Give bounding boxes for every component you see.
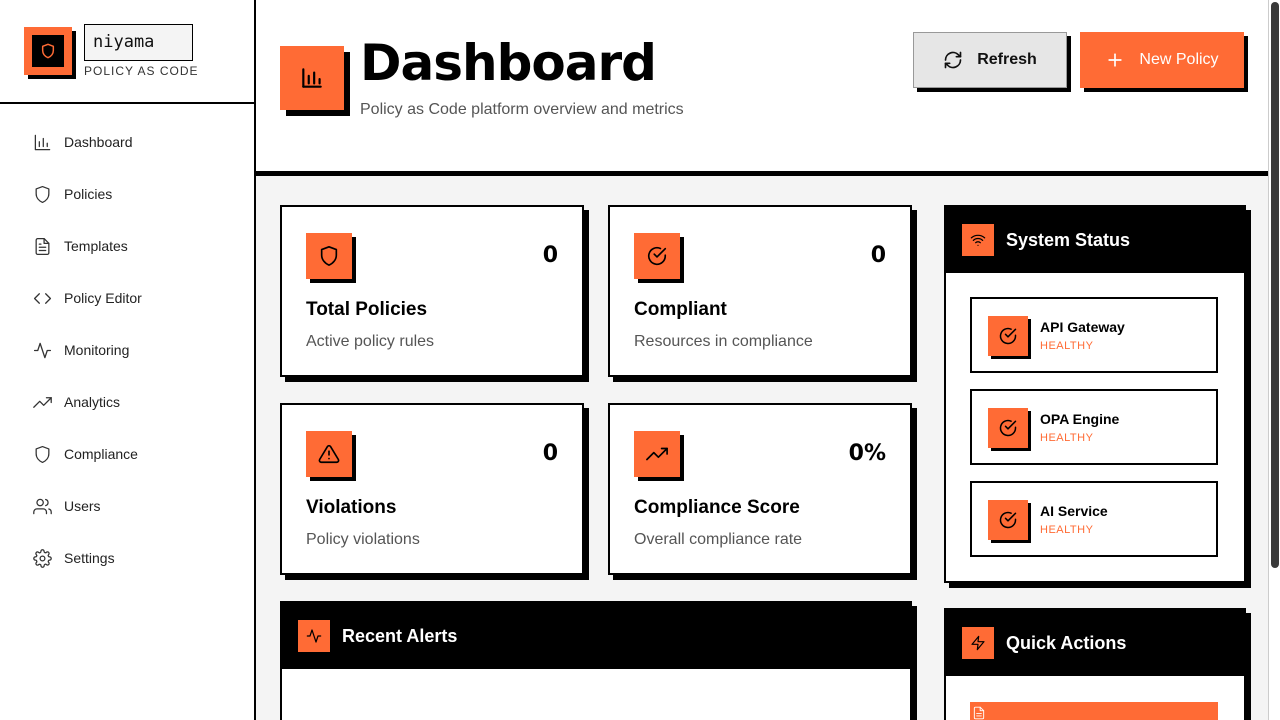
recent-alerts-panel: Recent Alerts (280, 601, 912, 720)
sidebar-item-monitoring[interactable]: Monitoring (0, 324, 254, 376)
sidebar-item-compliance[interactable]: Compliance (0, 428, 254, 480)
stat-card-compliant: 0 Compliant Resources in compliance (608, 205, 912, 377)
stat-value: 0 (542, 441, 558, 466)
users-icon (32, 496, 52, 516)
stat-label: Violations (306, 497, 397, 518)
shield-icon (306, 233, 352, 279)
service-status: HEALTHY (1040, 524, 1094, 536)
system-status-header: System Status (946, 207, 1244, 273)
page-scrollbar[interactable] (1268, 0, 1280, 720)
sidebar-item-policy-editor[interactable]: Policy Editor (0, 272, 254, 324)
system-status-title: System Status (1006, 229, 1131, 250)
activity-icon (298, 620, 330, 652)
refresh-button[interactable]: Refresh (913, 32, 1067, 88)
refresh-icon (943, 50, 963, 70)
page-subtitle: Policy as Code platform overview and met… (360, 101, 684, 118)
stat-value: 0% (848, 441, 886, 466)
sidebar-item-label: Policy Editor (64, 290, 142, 306)
service-status: HEALTHY (1040, 340, 1094, 352)
service-name: API Gateway (1040, 319, 1125, 335)
sidebar-item-label: Templates (64, 238, 128, 254)
quick-actions-header: Quick Actions (946, 610, 1244, 676)
gear-icon (32, 548, 52, 568)
stat-description: Overall compliance rate (634, 531, 803, 548)
scrollbar-thumb[interactable] (1271, 2, 1279, 568)
check-circle-icon (988, 408, 1028, 448)
page-header: Dashboard Policy as Code platform overvi… (256, 0, 1268, 176)
plus-icon (1105, 50, 1125, 70)
refresh-button-label: Refresh (977, 51, 1037, 68)
shield-icon (32, 444, 52, 464)
stat-label: Compliance Score (634, 497, 800, 518)
sidebar-item-templates[interactable]: Templates (0, 220, 254, 272)
quick-action-button[interactable] (970, 702, 1218, 720)
file-text-icon (32, 236, 52, 256)
page-title: Dashboard (360, 34, 657, 92)
sidebar-item-label: Settings (64, 550, 115, 566)
trending-up-icon (32, 392, 52, 412)
service-status-opa-engine: OPA Engine HEALTHY (970, 389, 1218, 465)
check-circle-icon (634, 233, 680, 279)
shield-icon (32, 184, 52, 204)
stat-label: Total Policies (306, 299, 428, 320)
service-status-ai-service: AI Service HEALTHY (970, 481, 1218, 557)
stat-label: Compliant (634, 299, 727, 320)
system-status-panel: System Status API Gateway HEALTHY OPA En… (944, 205, 1246, 583)
brand: niyama POLICY AS CODE (0, 0, 254, 104)
new-policy-button-label: New Policy (1139, 51, 1219, 68)
check-circle-icon (988, 500, 1028, 540)
service-name: AI Service (1040, 503, 1108, 519)
brand-tagline: POLICY AS CODE (84, 64, 199, 78)
zap-icon (962, 627, 994, 659)
stat-description: Policy violations (306, 531, 420, 548)
sidebar-item-label: Analytics (64, 394, 121, 410)
code-icon (32, 288, 52, 308)
recent-alerts-header: Recent Alerts (282, 603, 910, 669)
file-text-icon (973, 706, 985, 720)
bar-chart-icon (280, 46, 344, 110)
service-status: HEALTHY (1040, 432, 1094, 444)
service-status-api-gateway: API Gateway HEALTHY (970, 297, 1218, 373)
bar-chart-icon (32, 132, 52, 152)
sidebar-item-label: Users (64, 498, 101, 514)
stat-description: Resources in compliance (634, 333, 813, 350)
stat-card-violations: 0 Violations Policy violations (280, 403, 584, 575)
stat-description: Active policy rules (306, 333, 435, 350)
sidebar-item-label: Policies (64, 186, 113, 202)
brand-logo[interactable] (24, 27, 72, 75)
sidebar: niyama POLICY AS CODE Dashboard Policies… (0, 0, 256, 720)
sidebar-item-label: Dashboard (64, 134, 133, 150)
shield-icon (32, 35, 64, 67)
sidebar-item-label: Compliance (64, 446, 138, 462)
check-circle-icon (988, 316, 1028, 356)
sidebar-item-users[interactable]: Users (0, 480, 254, 532)
trending-up-icon (634, 431, 680, 477)
main-content: 0 Total Policies Active policy rules 0 C… (256, 176, 1268, 720)
brand-name: niyama (84, 24, 193, 61)
sidebar-item-dashboard[interactable]: Dashboard (0, 116, 254, 168)
stat-card-total-policies: 0 Total Policies Active policy rules (280, 205, 584, 377)
sidebar-item-analytics[interactable]: Analytics (0, 376, 254, 428)
activity-icon (32, 340, 52, 360)
stat-value: 0 (542, 243, 558, 268)
sidebar-item-settings[interactable]: Settings (0, 532, 254, 584)
quick-actions-title: Quick Actions (1006, 632, 1127, 653)
wifi-icon (962, 224, 994, 256)
alert-triangle-icon (306, 431, 352, 477)
recent-alerts-title: Recent Alerts (342, 625, 458, 646)
sidebar-nav: Dashboard Policies Templates Policy Edit… (0, 116, 254, 584)
new-policy-button[interactable]: New Policy (1080, 32, 1244, 88)
sidebar-item-label: Monitoring (64, 342, 130, 358)
service-name: OPA Engine (1040, 411, 1120, 427)
sidebar-item-policies[interactable]: Policies (0, 168, 254, 220)
quick-actions-panel: Quick Actions (944, 608, 1246, 720)
stat-card-compliance-score: 0% Compliance Score Overall compliance r… (608, 403, 912, 575)
stat-value: 0 (870, 243, 886, 268)
